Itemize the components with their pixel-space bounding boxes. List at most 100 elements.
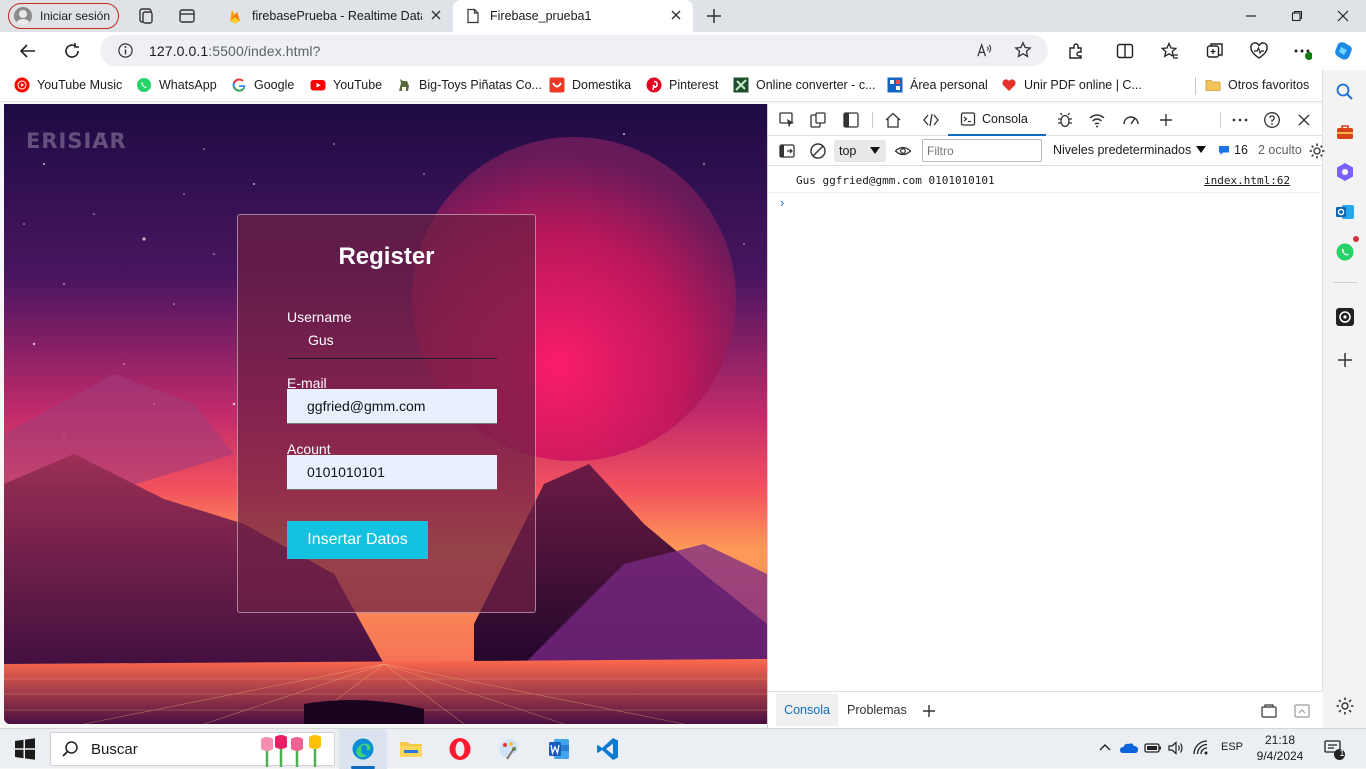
drawer-tab-problems[interactable]: Problemas: [847, 703, 907, 717]
bookmark-pinterest[interactable]: Pinterest: [646, 77, 718, 93]
shopping-icon[interactable]: [1335, 122, 1355, 142]
more-options-icon[interactable]: [1292, 41, 1312, 61]
filter-input[interactable]: Filtro: [922, 139, 1042, 162]
url-path: :5500/index.html?: [208, 43, 321, 59]
vscode-icon[interactable]: [596, 737, 620, 761]
url-host: 127.0.0.1: [149, 43, 209, 59]
sidebar-settings-icon[interactable]: [1335, 696, 1355, 716]
back-icon[interactable]: [18, 41, 38, 61]
drawer-add-tab-icon[interactable]: [920, 702, 938, 720]
extensions-icon[interactable]: [1066, 41, 1086, 61]
read-aloud-icon[interactable]: [976, 42, 993, 59]
url-text[interactable]: 127.0.0.1:5500/index.html?: [149, 43, 321, 59]
refresh-icon[interactable]: [62, 41, 82, 61]
dock-drawer-icon[interactable]: [1260, 702, 1278, 720]
add-sidebar-app-icon[interactable]: [1335, 350, 1355, 370]
bookmark-other-favorites[interactable]: Otros favoritos: [1205, 77, 1309, 93]
tab-firebase-console[interactable]: firebasePrueba - Realtime Database: [215, 0, 453, 32]
bookmark-unir-pdf[interactable]: Unir PDF online | C...: [1001, 77, 1142, 93]
word-icon[interactable]: [547, 737, 571, 761]
windows-start-icon[interactable]: [13, 737, 37, 761]
bookmark-label: Domestika: [572, 78, 632, 92]
minimize-button[interactable]: [1228, 0, 1274, 32]
opera-icon[interactable]: [448, 737, 472, 761]
tab-firebase-prueba[interactable]: Firebase_prueba1: [453, 0, 693, 32]
username-input[interactable]: Gus: [308, 332, 334, 348]
email-input[interactable]: ggfried@gmm.com: [287, 389, 497, 424]
edge-browser-icon[interactable]: [351, 737, 375, 761]
address-bar[interactable]: 127.0.0.1:5500/index.html?: [100, 35, 1048, 66]
split-screen-icon[interactable]: [1115, 41, 1135, 61]
favorite-star-icon[interactable]: [1014, 41, 1032, 59]
profile-button[interactable]: Iniciar sesión: [8, 3, 119, 29]
sidebar-divider: [1333, 282, 1357, 283]
info-icon[interactable]: [117, 42, 134, 59]
account-input[interactable]: 0101010101: [287, 455, 497, 490]
sidebar-toggle-icon[interactable]: [778, 142, 796, 160]
outlook-icon[interactable]: [1335, 202, 1355, 222]
file-explorer-icon[interactable]: [399, 737, 423, 761]
browser-essentials-icon[interactable]: [1249, 41, 1269, 61]
devtools-more-icon[interactable]: [1231, 111, 1249, 129]
keyboard-language[interactable]: ESP: [1221, 741, 1243, 753]
favorites-icon[interactable]: [1160, 41, 1180, 61]
levels-label: Niveles predeterminados: [1053, 143, 1192, 157]
context-selector[interactable]: top: [834, 140, 886, 162]
new-tab-icon[interactable]: [705, 7, 723, 25]
close-devtools-icon[interactable]: [1295, 111, 1313, 129]
whatsapp-sidebar-icon[interactable]: [1335, 242, 1355, 262]
tab-console[interactable]: Consola: [948, 104, 1046, 136]
collections-icon[interactable]: [1205, 41, 1225, 61]
restore-button[interactable]: [1274, 0, 1320, 32]
clear-console-icon[interactable]: [809, 142, 827, 160]
bookmark-online-converter[interactable]: Online converter - c...: [733, 77, 876, 93]
log-levels-dropdown[interactable]: Niveles predeterminados: [1053, 143, 1207, 157]
show-hidden-icons-icon[interactable]: [1096, 739, 1114, 757]
inspect-element-icon[interactable]: [778, 111, 796, 129]
more-tools-plus-icon[interactable]: [1157, 111, 1175, 129]
bookmark-google[interactable]: Google: [231, 77, 294, 93]
profile-label: Iniciar sesión: [40, 9, 111, 23]
welcome-home-icon[interactable]: [884, 111, 902, 129]
notification-count: 1: [1339, 748, 1345, 758]
paint-icon[interactable]: [497, 737, 521, 761]
chatgpt-icon[interactable]: [1335, 307, 1355, 327]
sources-bug-icon[interactable]: [1056, 111, 1074, 129]
network-wifi-icon[interactable]: [1088, 111, 1106, 129]
volume-icon[interactable]: [1167, 739, 1185, 757]
tab-actions-icon[interactable]: [178, 7, 196, 25]
console-log-source-link[interactable]: index.html:62: [1204, 174, 1290, 187]
console-prompt[interactable]: ›: [780, 195, 784, 210]
close-window-button[interactable]: [1320, 0, 1366, 32]
device-emulation-icon[interactable]: [809, 111, 827, 129]
console-toolbar: top Filtro Niveles predeterminados 16 2 …: [768, 136, 1326, 166]
help-icon[interactable]: [1263, 111, 1281, 129]
bookmark-youtube-music[interactable]: YouTube Music: [14, 77, 122, 93]
issues-counter[interactable]: 16: [1218, 143, 1248, 157]
bookmark-whatsapp[interactable]: WhatsApp: [136, 77, 217, 93]
close-tab-icon[interactable]: [669, 8, 683, 22]
workspaces-icon[interactable]: [137, 7, 155, 25]
onedrive-icon[interactable]: [1119, 739, 1139, 757]
copilot-icon[interactable]: [1333, 40, 1355, 62]
console-settings-icon[interactable]: [1308, 142, 1326, 160]
system-clock[interactable]: 21:18 9/4/2024: [1252, 732, 1308, 764]
search-icon[interactable]: [1335, 82, 1355, 102]
bookmark-area-personal[interactable]: Área personal: [887, 77, 988, 93]
battery-icon[interactable]: [1144, 739, 1162, 757]
bookmark-big-toys[interactable]: Big-Toys Piñatas Co...: [396, 77, 542, 93]
live-expression-eye-icon[interactable]: [894, 142, 912, 160]
performance-icon[interactable]: [1122, 111, 1140, 129]
expand-drawer-icon[interactable]: [1293, 702, 1311, 720]
close-tab-icon[interactable]: [429, 8, 443, 22]
bookmark-domestika[interactable]: Domestika: [549, 77, 631, 93]
bookmark-youtube[interactable]: YouTube: [310, 77, 382, 93]
insert-data-button[interactable]: Insertar Datos: [287, 521, 428, 559]
dock-side-icon[interactable]: [842, 111, 860, 129]
taskbar-search-box[interactable]: Buscar: [50, 732, 335, 767]
network-icon[interactable]: [1192, 739, 1210, 757]
drawer-tab-console[interactable]: Consola: [776, 694, 838, 726]
elements-icon[interactable]: [922, 111, 940, 129]
tools-icon[interactable]: [1335, 162, 1355, 182]
register-card: Register Username Gus E-mail ggfried@gmm…: [237, 214, 536, 613]
